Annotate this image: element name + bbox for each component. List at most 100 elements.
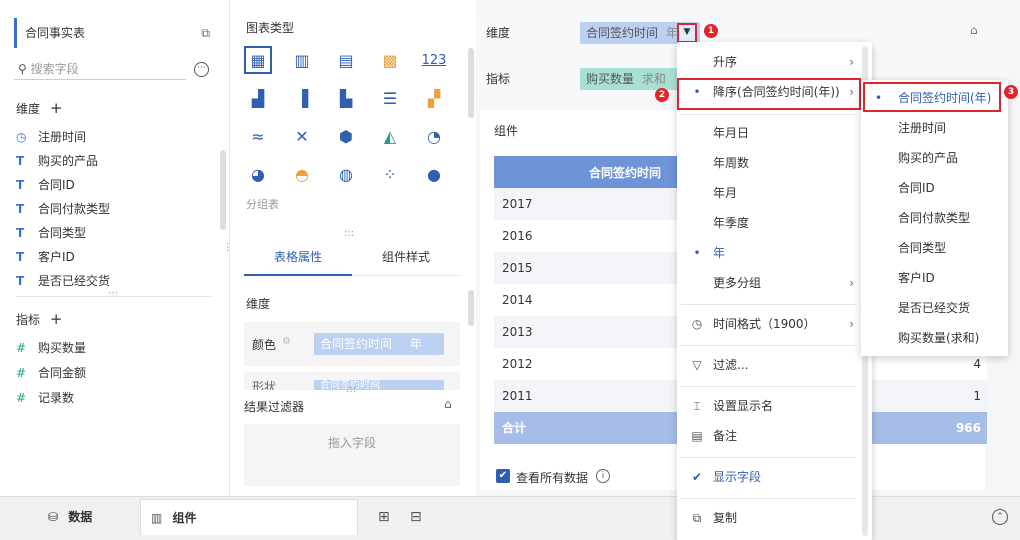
menu-item-ascending[interactable]: 升序 › [677, 47, 862, 77]
menu-item-year-quarter[interactable]: 年季度 [677, 208, 862, 238]
rename-icon: ⌶ [693, 399, 701, 413]
row-year: 2011 [502, 389, 533, 403]
field-item[interactable]: T 购买的产品 [16, 149, 98, 173]
scrollbar[interactable] [220, 150, 226, 230]
submenu-item[interactable]: 合同ID [861, 173, 1008, 203]
bar-chart-icon[interactable]: ▟ [244, 84, 272, 112]
number-card-icon[interactable]: 123 [420, 46, 448, 74]
menu-label: 升序 [713, 55, 738, 69]
submenu-item[interactable]: 购买的产品 [861, 143, 1008, 173]
resize-handle[interactable]: ::: [344, 228, 354, 239]
divider [681, 498, 857, 499]
field-item[interactable]: T 合同ID [16, 173, 75, 197]
menu-item-year[interactable]: • 年 [677, 238, 862, 268]
dataset-title[interactable]: 合同事实表 ⧉ [14, 18, 214, 48]
menu-item-copy[interactable]: ⧉ 复制 [677, 503, 862, 533]
tab-table-properties[interactable]: 表格属性 [244, 244, 352, 276]
note-icon: ▤ [691, 429, 703, 443]
number-field-icon: # [16, 366, 27, 380]
menu-item-more-grouping[interactable]: 更多分组 › [677, 268, 862, 298]
menu-item-year-week[interactable]: 年周数 [677, 148, 862, 178]
menu-label: 时间格式（1900） [713, 317, 816, 331]
search-placeholder: 搜索字段 [30, 62, 79, 76]
show-all-data-label: 查看所有数据 [516, 471, 589, 485]
pie-chart-icon[interactable]: ◕ [244, 160, 272, 188]
field-item[interactable]: # 合同金额 [16, 361, 86, 385]
map-icon[interactable]: ◍ [332, 160, 360, 188]
waterfall-icon[interactable]: ▞ [420, 84, 448, 112]
area-chart-icon[interactable]: ◭ [376, 122, 404, 150]
menu-label: 年季度 [713, 216, 750, 230]
scrollbar[interactable] [468, 48, 474, 118]
menu-item-time-format[interactable]: ◷ 时间格式（1900） › [677, 309, 862, 339]
field-item[interactable]: T 合同类型 [16, 221, 86, 245]
radar-icon[interactable]: ⬢ [332, 122, 360, 150]
menu-item-ymd[interactable]: 年月日 [677, 118, 862, 148]
row-year: 2014 [502, 293, 533, 307]
add-dimension-icon[interactable]: + [50, 99, 63, 117]
menu-item-year-month[interactable]: 年月 [677, 178, 862, 208]
field-item[interactable]: T 客户ID [16, 245, 75, 269]
tab-component-style[interactable]: 组件样式 [352, 244, 460, 276]
filter-icon: ▽ [692, 358, 702, 372]
submenu-item[interactable]: 是否已经交货 [861, 293, 1008, 323]
submenu-item[interactable]: 合同付款类型 [861, 203, 1008, 233]
info-icon[interactable]: i [596, 469, 610, 483]
grouped-table-icon[interactable]: ▦ [244, 46, 272, 74]
submenu-item[interactable]: 合同类型 [861, 233, 1008, 263]
resize-handle[interactable]: ::: [108, 289, 118, 300]
submenu-item[interactable]: 注册时间 [861, 113, 1008, 143]
add-dashboard-icon[interactable]: ⊟ [410, 509, 422, 525]
field-item[interactable]: T 合同付款类型 [16, 197, 110, 221]
line-chart-icon[interactable]: ≈ [244, 122, 272, 150]
detail-table-icon[interactable]: ▥ [288, 46, 316, 74]
show-all-data-checkbox[interactable]: ✔ [496, 469, 510, 483]
menu-label: 年周数 [713, 156, 750, 170]
text-field-icon: T [16, 154, 25, 168]
database-icon: ⛁ [48, 510, 59, 524]
switch-dataset-icon[interactable]: ⧉ [201, 18, 210, 48]
shape-field-pill[interactable]: 合同签约时间 [314, 380, 444, 390]
submenu-item[interactable]: 客户ID [861, 263, 1008, 293]
text-field-icon: T [16, 178, 25, 192]
field-item[interactable]: # 购买数量 [16, 336, 86, 360]
more-options-icon[interactable]: ··· [194, 62, 209, 77]
filter-drop-zone[interactable]: 拖入字段 [244, 424, 460, 486]
field-search-input[interactable]: ⚲ 搜索字段 [14, 58, 186, 80]
scatter-line-icon[interactable]: ✕ [288, 122, 316, 150]
field-item[interactable]: T 是否已经交货 [16, 269, 110, 293]
tab-data[interactable]: ⛁ 数据 [48, 499, 92, 535]
gauge-icon[interactable]: ◔ [420, 122, 448, 150]
field-item[interactable]: # 记录数 [16, 386, 74, 410]
pill-dropdown-chevron-icon[interactable]: ▼ [677, 23, 697, 43]
scrollbar[interactable] [468, 290, 474, 326]
kpi-card-icon[interactable]: ▩ [376, 46, 404, 74]
metric-pill[interactable]: 购买数量 求和 [580, 68, 680, 90]
add-component-icon[interactable]: ⊞ [378, 509, 390, 525]
submenu-label: 注册时间 [898, 121, 947, 135]
lock-icon[interactable]: ⌂ [444, 397, 452, 411]
add-metric-icon[interactable]: + [50, 310, 63, 328]
lock-icon[interactable]: ⌂ [970, 23, 978, 37]
chevron-right-icon: › [849, 55, 854, 69]
menu-item-display-name[interactable]: ⌶ 设置显示名 [677, 391, 862, 421]
color-field-pill[interactable]: 合同签约时间 年 [314, 333, 444, 355]
row-year: 2017 [502, 197, 533, 211]
menu-item-show-field[interactable]: ✔ 显示字段 [677, 462, 862, 492]
field-item[interactable]: ◷ 注册时间 [16, 125, 86, 149]
scatter-icon[interactable]: ⁘ [376, 160, 404, 188]
settings-icon[interactable]: ⚙ [282, 336, 291, 347]
horizontal-bar-icon[interactable]: ☰ [376, 84, 404, 112]
bubble-icon[interactable]: ● [420, 160, 448, 188]
cross-table-icon[interactable]: ▤ [332, 46, 360, 74]
rose-chart-icon[interactable]: ◓ [288, 160, 316, 188]
clock-icon: ◷ [691, 317, 703, 331]
collapse-up-icon[interactable]: ⌃ [992, 509, 1008, 525]
tab-component[interactable]: ▥ 组件 [140, 499, 358, 535]
field-label: 合同金额 [38, 366, 87, 380]
column-chart-icon[interactable]: ▙ [332, 84, 360, 112]
submenu-item[interactable]: 购买数量(求和) [861, 323, 1008, 353]
stacked-bar-icon[interactable]: ▐ [288, 84, 316, 112]
menu-item-filter[interactable]: ▽ 过滤... [677, 350, 862, 380]
menu-item-note[interactable]: ▤ 备注 [677, 421, 862, 451]
